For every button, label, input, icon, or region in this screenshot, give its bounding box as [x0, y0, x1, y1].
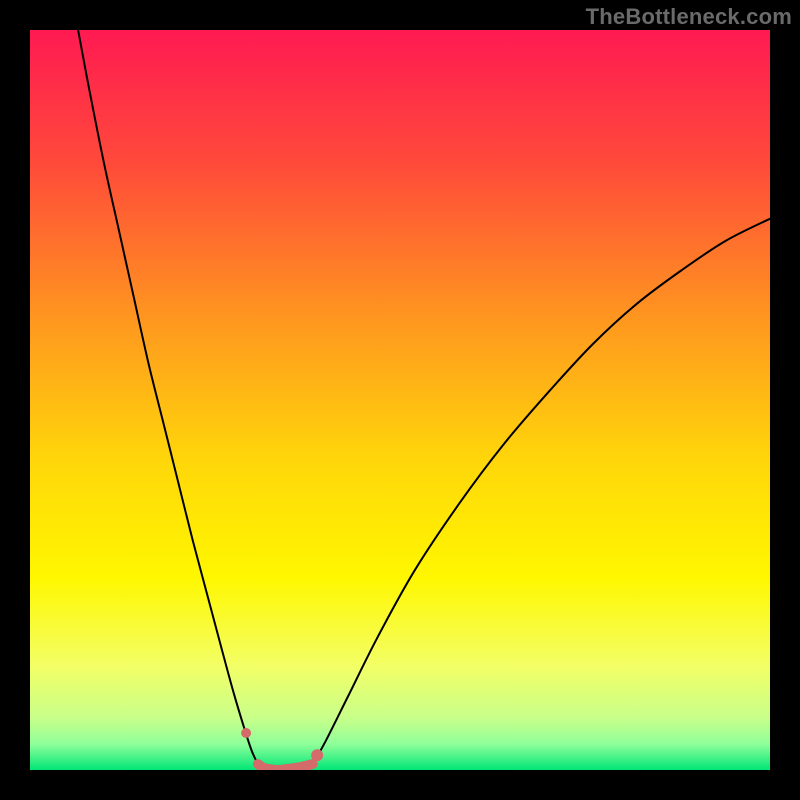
watermark-text: TheBottleneck.com [586, 4, 792, 30]
marker-dot-right [311, 749, 323, 761]
gradient-background [30, 30, 770, 770]
series-basin-highlight [258, 764, 313, 770]
chart-frame [30, 30, 770, 770]
bottleneck-chart [30, 30, 770, 770]
marker-dot-left [241, 728, 251, 738]
